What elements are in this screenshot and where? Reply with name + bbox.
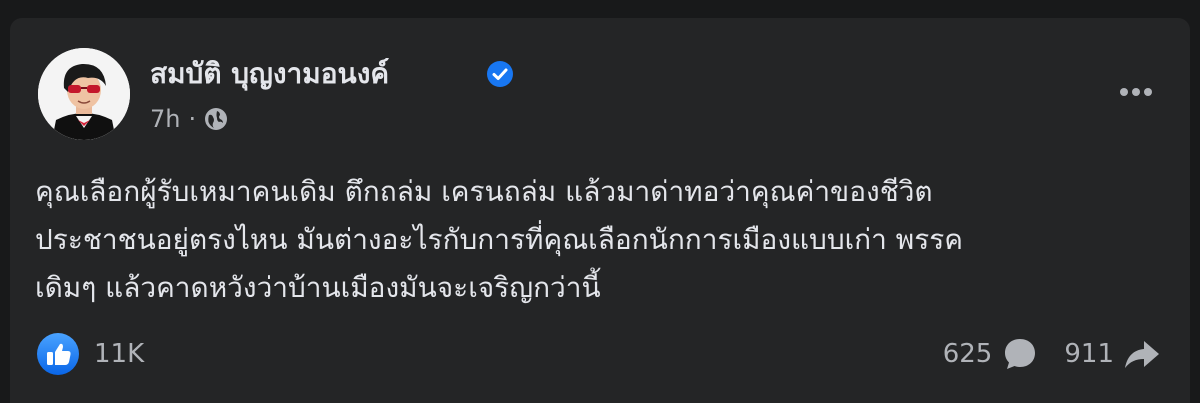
more-options-button[interactable] [1106,74,1166,110]
author-name[interactable]: สมบัติ บุญงามอนงค์ [150,56,389,92]
post-timestamp[interactable]: 7h [150,105,180,133]
shares-summary[interactable]: 911 [1064,334,1162,374]
share-icon [1125,341,1159,368]
post-card: สมบัติ บุญงามอนงค์ 7h · คุณเลือกผู้รับเห… [10,18,1190,403]
comments-summary[interactable]: 625 [943,334,1041,374]
avatar-portrait-icon [38,48,130,140]
feed-background: สมบัติ บุญงามอนงค์ 7h · คุณเลือกผู้รับเห… [0,0,1200,403]
post-meta: 7h · [150,104,228,134]
comment-icon [1005,339,1036,369]
engagement-summary: 625 911 [943,332,1162,376]
reactions-summary[interactable]: 11K [36,332,144,376]
post-body: คุณเลือกผู้รับเหมาคนเดิม ตึกถล่ม เครนถล่… [35,168,1175,312]
share-count: 911 [1064,339,1114,369]
reaction-count: 11K [94,339,145,369]
avatar[interactable] [38,48,130,140]
verified-badge-icon [487,61,513,87]
more-options-icon [1120,88,1152,96]
post-text-line: เดิมๆ แล้วคาดหวังว่าบ้านเมืองมันจะเจริญก… [35,271,601,304]
post-text-line: คุณเลือกผู้รับเหมาคนเดิม ตึกถล่ม เครนถล่… [35,175,933,208]
globe-icon[interactable] [204,107,228,131]
meta-separator: · [188,105,197,133]
like-icon [37,333,79,375]
post-text-line: ประชาชนอยู่ตรงไหน มันต่างอะไรกับการที่คุ… [35,223,964,256]
comment-count: 625 [942,339,993,369]
